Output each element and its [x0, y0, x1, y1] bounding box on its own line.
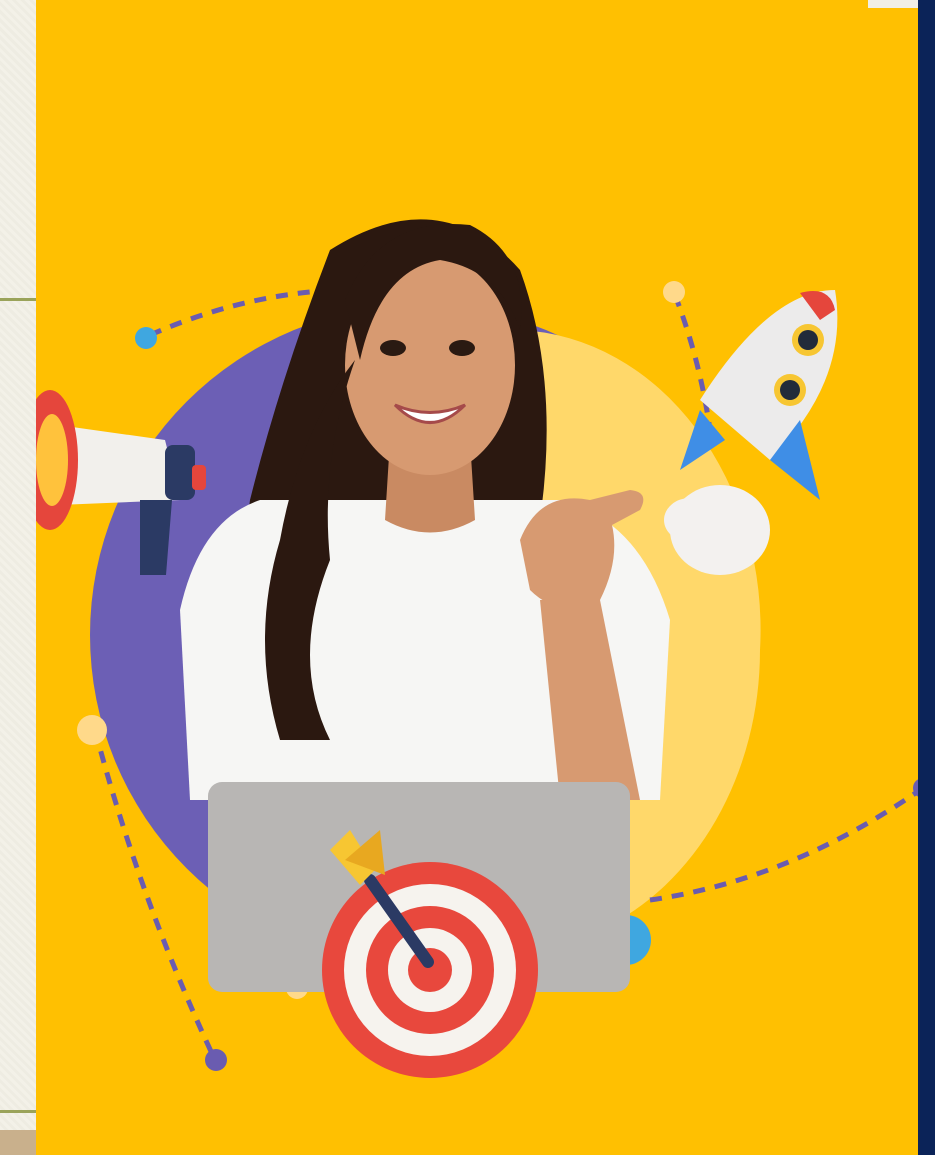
side-bar — [918, 0, 935, 1155]
divider-line-top — [0, 298, 40, 301]
hero-illustration — [36, 219, 918, 1078]
left-eye — [380, 340, 406, 356]
hero-image-card — [36, 0, 918, 1155]
divider-line-bottom — [0, 1110, 40, 1113]
bottom-strip — [0, 1130, 40, 1155]
top-gap — [868, 0, 918, 8]
right-eye — [449, 340, 475, 356]
